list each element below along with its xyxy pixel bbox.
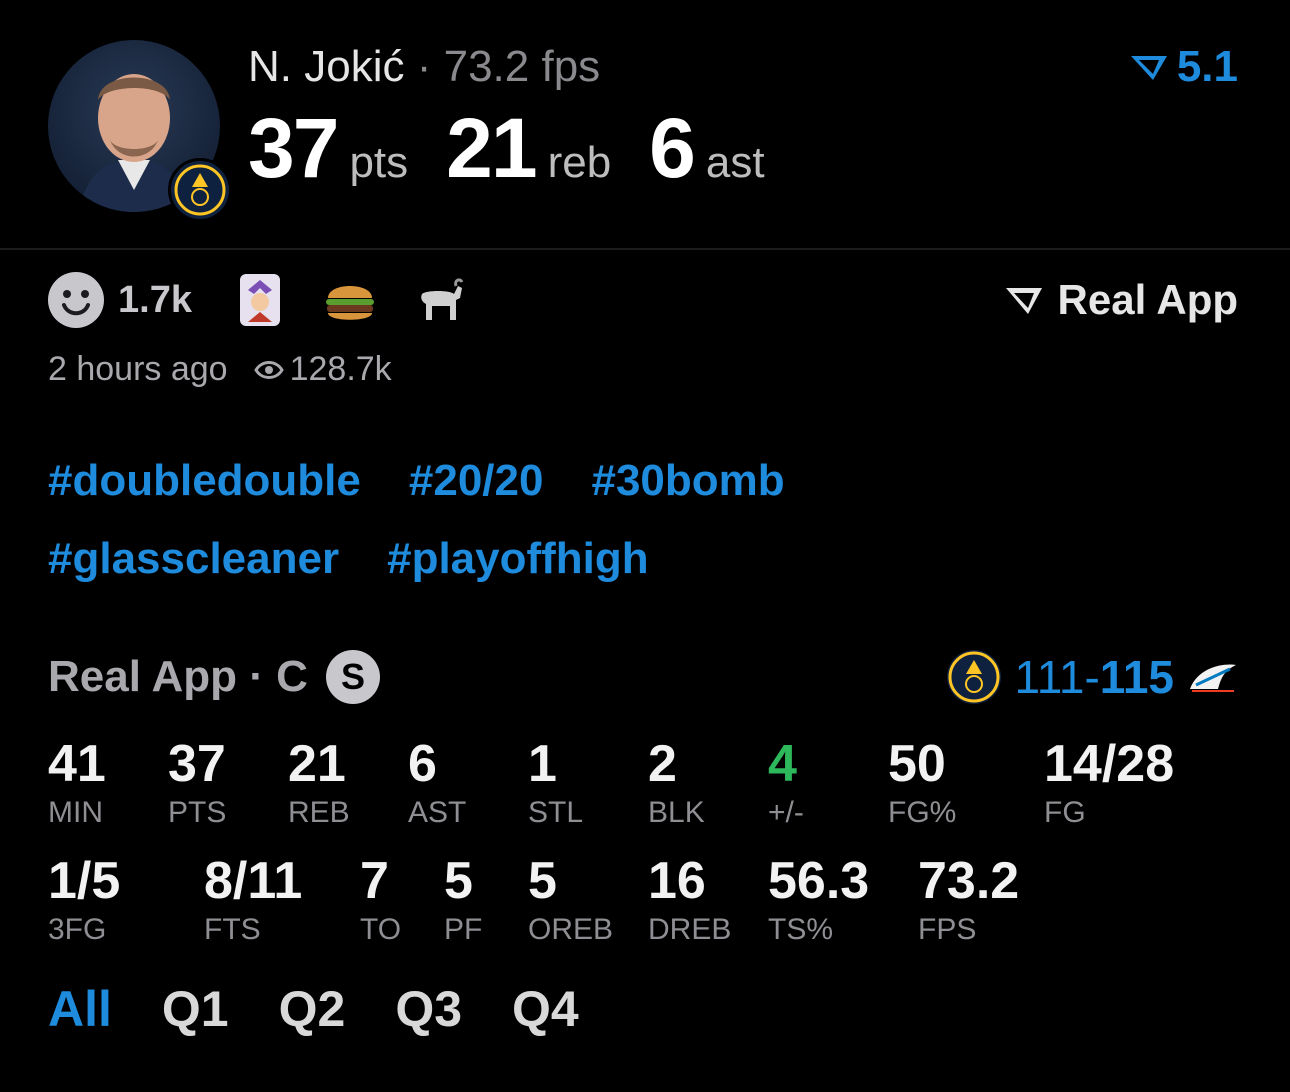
stat-blk: 2 BLK [648,735,705,829]
real-logo-icon [1130,56,1167,80]
fps-text: 73.2 fps [443,42,601,91]
tab-q2[interactable]: Q2 [279,980,346,1038]
hashtag[interactable]: #20/20 [409,456,544,506]
tab-q1[interactable]: Q1 [162,980,229,1038]
stat-3fg: 1/5 3FG [48,852,121,946]
stat-ts-pct: 56.3 TS% [768,852,870,946]
stat-pts: 37 PTS [168,735,227,829]
header-divider [0,248,1290,250]
real-app-label: Real App [1057,276,1238,323]
stat-to: 7 TO [360,852,402,946]
okc-logo-icon [1190,664,1236,692]
nuggets-badge-icon [168,158,232,222]
s-badge[interactable]: S [325,650,380,704]
game-source-position: Real App · C [48,652,308,701]
headline-points: 37 [248,101,339,195]
headline-assists-unit: ast [705,138,765,187]
score-home: 111 [1014,651,1085,703]
stat-fts: 8/11 FTS [204,852,303,946]
stat-min: 41 MIN [48,735,106,829]
reactions-row: 1.7k [48,272,502,328]
post-time: 2 hours ago [48,350,228,388]
view-count: 128.7k [289,350,392,388]
stat-stl: 1 STL [528,735,584,829]
stat-plus-minus: 4 +/- [768,735,804,829]
hashtags-row-2: #glasscleaner #playoffhigh [48,534,1248,584]
real-app-button[interactable]: Real App [1004,276,1238,324]
tab-q4[interactable]: Q4 [512,980,579,1038]
burger-icon[interactable] [322,272,378,328]
goat-icon[interactable] [412,272,468,328]
headline-rebounds: 21 [446,101,537,195]
hashtag[interactable]: #doubledouble [48,456,361,506]
hashtags-row-1: #doubledouble #20/20 #30bomb [48,456,1248,506]
stat-oreb: 5 OREB [528,852,614,946]
stat-pf: 5 PF [444,852,483,946]
stat-dreb: 16 DREB [648,852,732,946]
hashtag[interactable]: #glasscleaner [48,534,339,584]
game-header: Real App · C S [48,650,380,704]
player-name-line: N. Jokić · 73.2 fps [248,42,600,92]
stat-reb: 21 REB [288,735,350,829]
score-separator: - [1084,651,1100,703]
stat-fg: 14/28 FG [1044,735,1175,829]
game-score[interactable]: 111 - 115 [946,650,1238,704]
rating-badge[interactable]: 5.1 [1129,42,1238,92]
name-separator: · [416,42,432,91]
rating-value: 5.1 [1176,42,1238,91]
stat-fps: 73.2 FPS [918,852,1020,946]
hashtag[interactable]: #30bomb [591,456,784,506]
score-away: 115 [1099,651,1174,703]
nuggets-logo-icon [946,650,1001,704]
tab-q3[interactable]: Q3 [395,980,462,1038]
headline-points-unit: pts [349,138,409,187]
smiley-reaction-icon[interactable] [48,272,104,328]
stat-fg-pct: 50 FG% [888,735,957,829]
joker-card-icon[interactable] [232,272,288,328]
eye-icon [253,360,284,379]
headline-stats: 37 pts 21 reb 6 ast [248,100,803,197]
stat-ast: 6 AST [408,735,467,829]
quarter-tabs: All Q1 Q2 Q3 Q4 [48,980,579,1038]
hashtag[interactable]: #playoffhigh [387,534,649,584]
real-logo-icon [1005,288,1042,314]
post-meta: 2 hours ago 128.7k [48,350,392,389]
reaction-count[interactable]: 1.7k [118,279,192,322]
tab-all[interactable]: All [48,980,112,1038]
player-name[interactable]: N. Jokić [248,42,404,91]
headline-assists: 6 [649,101,696,195]
headline-rebounds-unit: reb [547,138,612,187]
